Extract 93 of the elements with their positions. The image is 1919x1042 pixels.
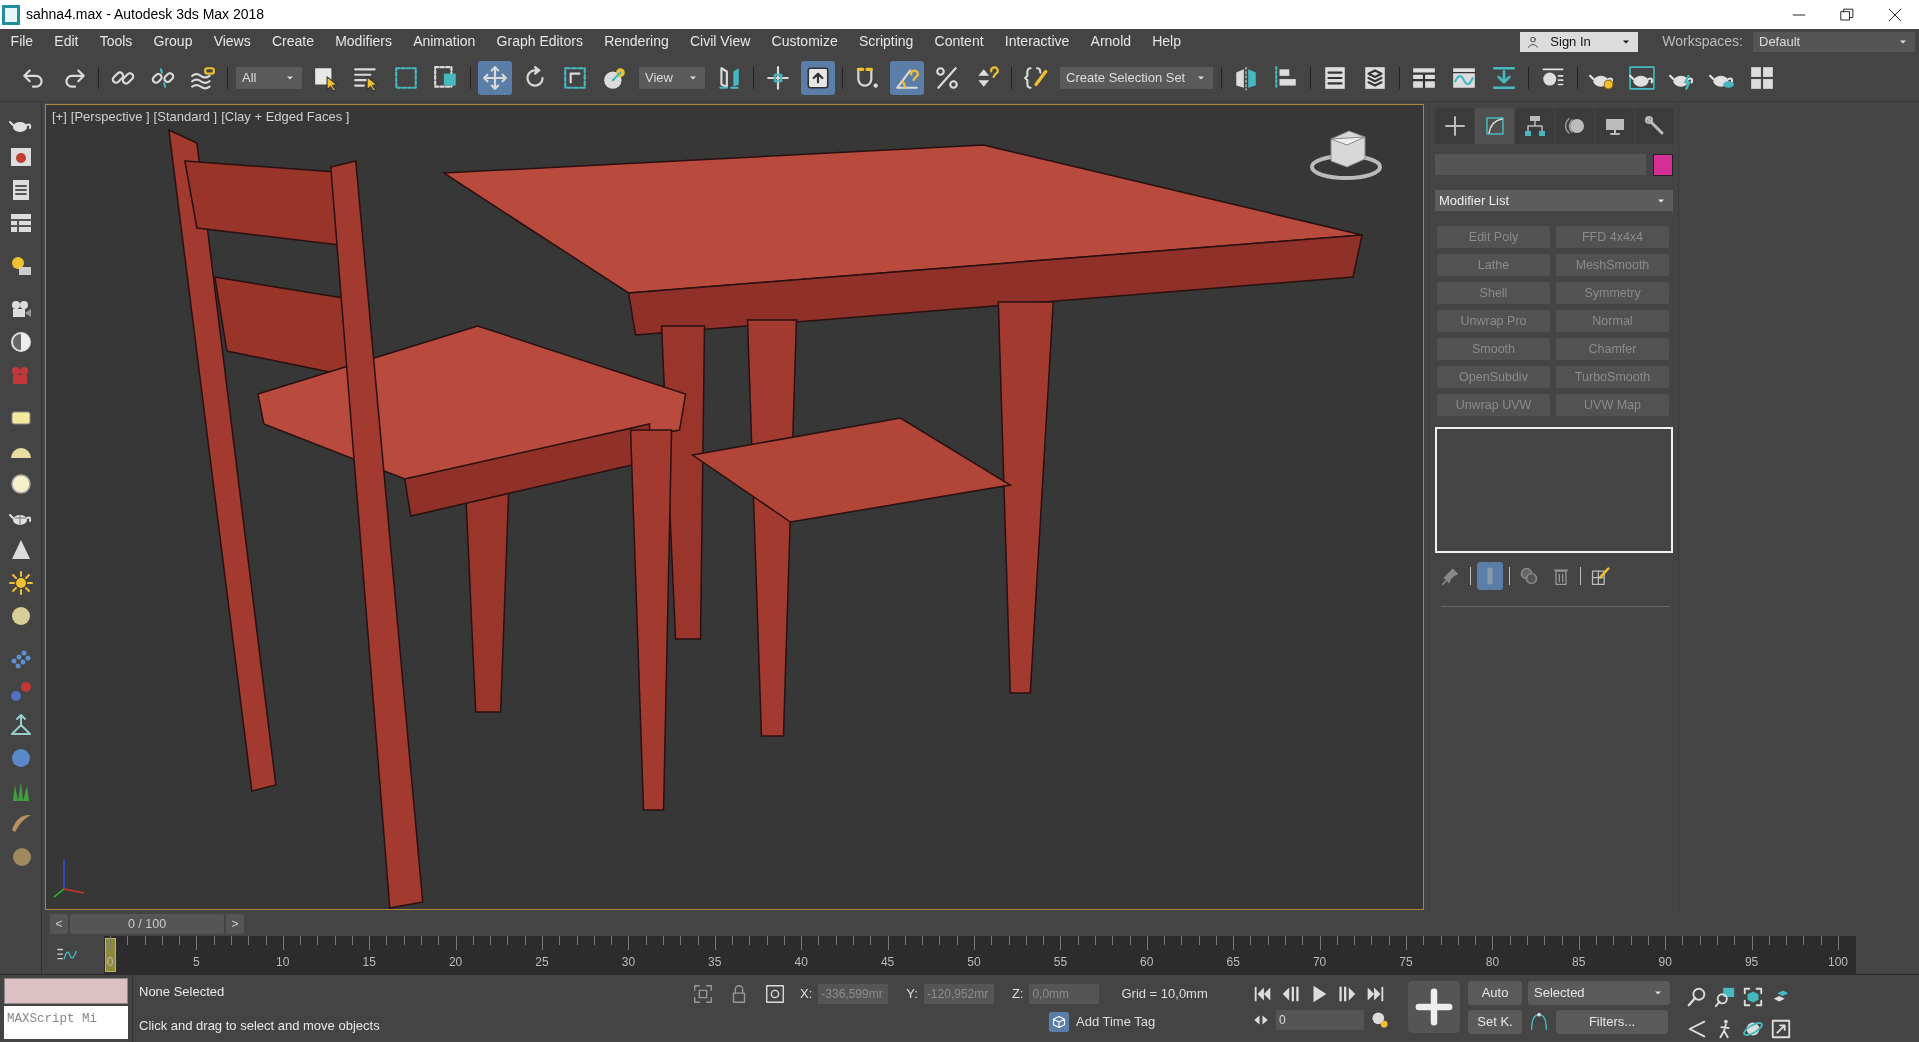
half-moon-icon[interactable] [8,330,33,354]
auto-key-button[interactable]: Auto [1468,981,1522,1005]
viewport-label[interactable]: [Perspective ] [70,107,150,127]
curve-box-icon[interactable] [1475,108,1514,144]
menu-item[interactable]: Rendering [593,31,680,52]
frame-number: 40 [794,954,808,971]
frame-number: 95 [1744,954,1759,971]
frame-number: 80 [1485,954,1500,971]
frame-marker[interactable] [105,938,116,972]
frame-number: 30 [621,954,636,971]
sign-in-dropdown[interactable]: Sign In [1520,31,1639,52]
axis-label: Y: [906,985,918,1004]
previous-frame-button[interactable]: < [50,914,68,934]
wrench-icon[interactable] [1635,108,1674,144]
set-key-button[interactable]: Set K. [1468,1010,1522,1034]
frame-number: 60 [1140,954,1154,971]
frame-number: 0 [106,954,114,971]
next-key-icon[interactable] [1336,983,1358,1005]
toolbar-dropdown[interactable]: All [236,66,302,89]
frame-number: 5 [193,954,200,971]
modifier-list-dropdown[interactable]: Modifier List [1435,190,1673,211]
bracket-box-icon[interactable] [692,983,714,1005]
key-filter-dropdown[interactable]: Selected [1528,981,1670,1005]
frame-number: 10 [276,954,290,971]
frame-number: 100 [1828,954,1848,971]
axis-label: X: [800,985,813,1004]
frame-number: 35 [708,954,722,971]
selection-status: None Selected [139,983,226,1001]
hierarchy-icon[interactable] [1515,108,1554,144]
menu-item[interactable]: Edit [43,31,90,52]
menu-item[interactable]: Graph Editors [486,31,594,52]
next-frame-button[interactable]: > [226,914,244,934]
menu-item[interactable]: Create [261,31,325,52]
menu-item[interactable]: Content [923,31,995,52]
modifier-stack[interactable] [1435,427,1673,553]
frame-number: 20 [448,954,463,971]
menu-item[interactable]: Tools [89,31,143,52]
menu-item[interactable]: Modifiers [324,31,403,52]
frame-number: 90 [1658,954,1672,971]
grid-size: Grid = 10,0mm [1121,985,1208,1004]
target-box-icon[interactable] [764,983,786,1005]
prompt-text: Click and drag to select and move objects [139,1016,381,1035]
viewport-label[interactable]: [Standard ] [153,107,218,127]
workspaces-dropdown[interactable]: Default [1753,31,1915,52]
frame-number: 25 [535,954,549,971]
person-icon [1526,34,1541,49]
viewport-label[interactable]: [Clay + Edged Faces ] [221,107,350,127]
plus-icon[interactable] [1435,108,1474,144]
color-swatch[interactable] [1653,154,1673,176]
up-arrow-box-icon[interactable] [801,60,835,95]
toolbar-dropdown[interactable]: Create Selection Set [1060,66,1214,89]
frame-number: 50 [967,954,981,971]
menu-item[interactable]: Scripting [848,31,924,52]
frame-spinner[interactable]: 0 [1276,1010,1364,1030]
previous-key-icon[interactable] [1280,983,1302,1005]
frame-number: 85 [1572,954,1586,971]
axis-label: Z: [1011,985,1024,1004]
menu-item[interactable]: Customize [760,31,849,52]
add-time-tag-label[interactable]: Add Time Tag [1076,1012,1156,1032]
menu-item[interactable]: Animation [402,31,486,52]
table-window-icon[interactable] [8,211,33,235]
menu-item[interactable]: Arnold [1079,31,1142,52]
frame-number: 70 [1312,954,1327,971]
frame-number: 55 [1053,954,1068,971]
menu-item[interactable]: Views [203,31,262,52]
frame-counter[interactable]: 0 / 100 [70,914,224,934]
monitor-icon[interactable] [1595,108,1634,144]
app-logo-icon [2,3,20,26]
frame-number: 75 [1399,954,1413,971]
menu-item[interactable]: Interactive [994,31,1080,52]
workspaces-label: Workspaces: [1662,32,1743,51]
picture-window-icon[interactable] [8,145,33,169]
listener-input[interactable]: MAXScript Mi [4,1006,128,1039]
frame-number: 15 [362,954,376,971]
filters-button[interactable]: Filters... [1556,1010,1668,1034]
move-arrows-icon[interactable] [478,60,512,95]
disc-light-icon[interactable] [8,472,33,496]
frame-number: 45 [880,954,895,971]
menu-item[interactable]: Civil View [679,31,761,52]
key-plus-icon[interactable] [1406,981,1462,1033]
toolbar-dropdown[interactable]: View [639,66,705,89]
cube-badge-icon[interactable] [1048,1011,1070,1033]
menu-item[interactable]: Group [142,31,204,52]
viewport-label[interactable]: [+] [52,107,67,127]
tangent-curve-icon[interactable] [1528,1011,1550,1033]
circles-icon[interactable] [1555,108,1594,144]
angle-icon[interactable] [890,60,924,95]
window-title: sahna4.max - Autodesk 3ds Max 2018 [26,5,265,24]
menu-item[interactable]: File [0,31,44,52]
menu-item[interactable]: Help [1141,31,1192,52]
sun-icon[interactable] [8,571,33,595]
frame-number: 65 [1226,954,1240,971]
clock-gear-icon[interactable] [1370,1010,1390,1030]
